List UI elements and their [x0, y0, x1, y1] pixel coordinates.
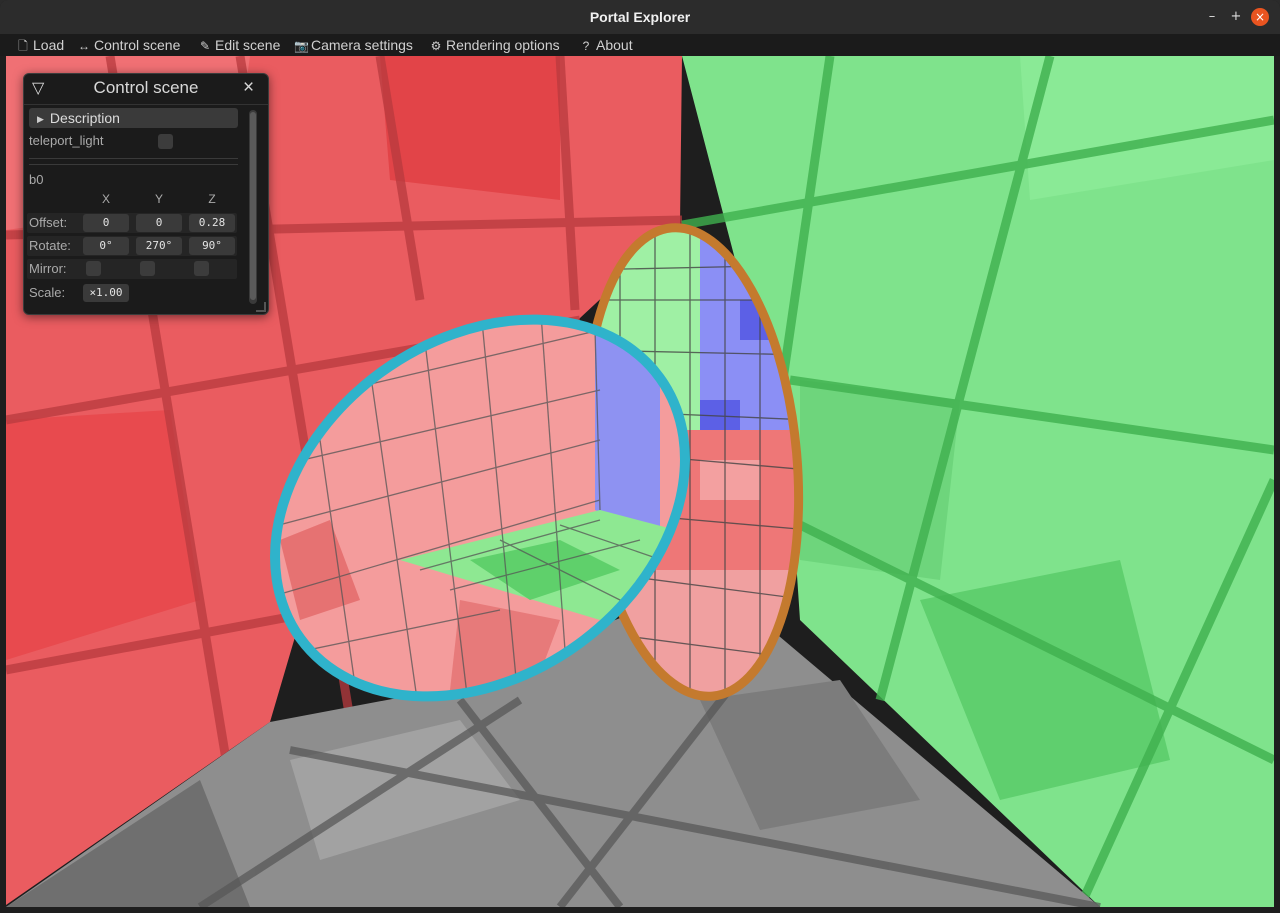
- rotate-y-field[interactable]: 270°: [136, 237, 182, 255]
- scale-field[interactable]: ×1.00: [83, 284, 129, 302]
- section-label: b0: [29, 172, 44, 187]
- description-label: Description: [49, 110, 120, 126]
- axis-z-label: Z: [208, 192, 216, 206]
- menu-about[interactable]: ? About: [579, 35, 633, 55]
- rotate-z-field[interactable]: 90°: [189, 237, 235, 255]
- mirror-y-checkbox[interactable]: [140, 261, 155, 276]
- control-scene-panel: ▽ Control scene × ▶ Description teleport_…: [23, 73, 269, 315]
- menu-control-scene[interactable]: ↔ Control scene: [77, 35, 180, 55]
- expand-icon: ▶: [37, 114, 44, 124]
- panel-title: Control scene: [93, 78, 199, 97]
- camera-icon: 📷: [294, 39, 309, 53]
- menu-edit-scene-label: Edit scene: [215, 37, 281, 53]
- menu-camera-settings[interactable]: 📷 Camera settings: [294, 35, 413, 55]
- teleport-light-checkbox[interactable]: [158, 134, 173, 149]
- arrows-icon: ↔: [78, 39, 90, 53]
- menu-edit-scene[interactable]: ✎ Edit scene: [198, 35, 280, 55]
- window-title: Portal Explorer: [589, 9, 691, 25]
- offset-z-field[interactable]: 0.28: [189, 214, 235, 232]
- title-bar[interactable]: Portal Explorer – + ×: [0, 0, 1280, 34]
- gear-icon: ⚙: [430, 39, 442, 53]
- file-icon: 🗋: [18, 39, 28, 53]
- maximize-button[interactable]: +: [1227, 8, 1245, 26]
- rotate-label: Rotate:: [29, 238, 71, 253]
- rotate-x-field[interactable]: 0°: [83, 237, 129, 255]
- description-header[interactable]: ▶ Description: [29, 108, 238, 128]
- offset-label: Offset:: [29, 215, 68, 230]
- menu-bar: 🗋 Load ↔ Control scene ✎ Edit scene 📷 Camera…: [0, 34, 1280, 56]
- pencil-icon: ✎: [199, 39, 211, 53]
- menu-about-label: About: [596, 37, 633, 53]
- divider: [29, 158, 238, 159]
- axis-y-label: Y: [154, 192, 163, 206]
- resize-handle[interactable]: [256, 302, 266, 312]
- mirror-z-checkbox[interactable]: [194, 261, 209, 276]
- offset-y-field[interactable]: 0: [136, 214, 182, 232]
- offset-x-field[interactable]: 0: [83, 214, 129, 232]
- menu-rendering-options-label: Rendering options: [446, 37, 560, 53]
- menu-load[interactable]: 🗋 Load: [16, 35, 64, 55]
- minimize-button[interactable]: –: [1203, 8, 1221, 26]
- menu-load-label: Load: [33, 37, 65, 53]
- divider: [29, 164, 238, 165]
- teleport-light-label: teleport_light: [29, 133, 104, 148]
- close-icon[interactable]: ×: [243, 77, 254, 99]
- panel-title-bar[interactable]: ▽ Control scene ×: [24, 74, 268, 105]
- scrollbar-thumb[interactable]: [250, 112, 256, 300]
- mirror-x-checkbox[interactable]: [86, 261, 101, 276]
- scale-label: Scale:: [29, 285, 66, 300]
- panel-scrollbar[interactable]: [249, 110, 257, 304]
- menu-camera-settings-label: Camera settings: [311, 37, 413, 53]
- question-icon: ?: [582, 39, 590, 53]
- axis-x-label: X: [101, 192, 110, 206]
- mirror-label: Mirror:: [29, 261, 67, 276]
- menu-control-scene-label: Control scene: [94, 37, 181, 53]
- menu-rendering-options[interactable]: ⚙ Rendering options: [429, 35, 560, 55]
- close-button[interactable]: ×: [1251, 8, 1269, 26]
- app-window: Portal Explorer – + × 🗋 Load ↔ Control sce…: [0, 0, 1280, 913]
